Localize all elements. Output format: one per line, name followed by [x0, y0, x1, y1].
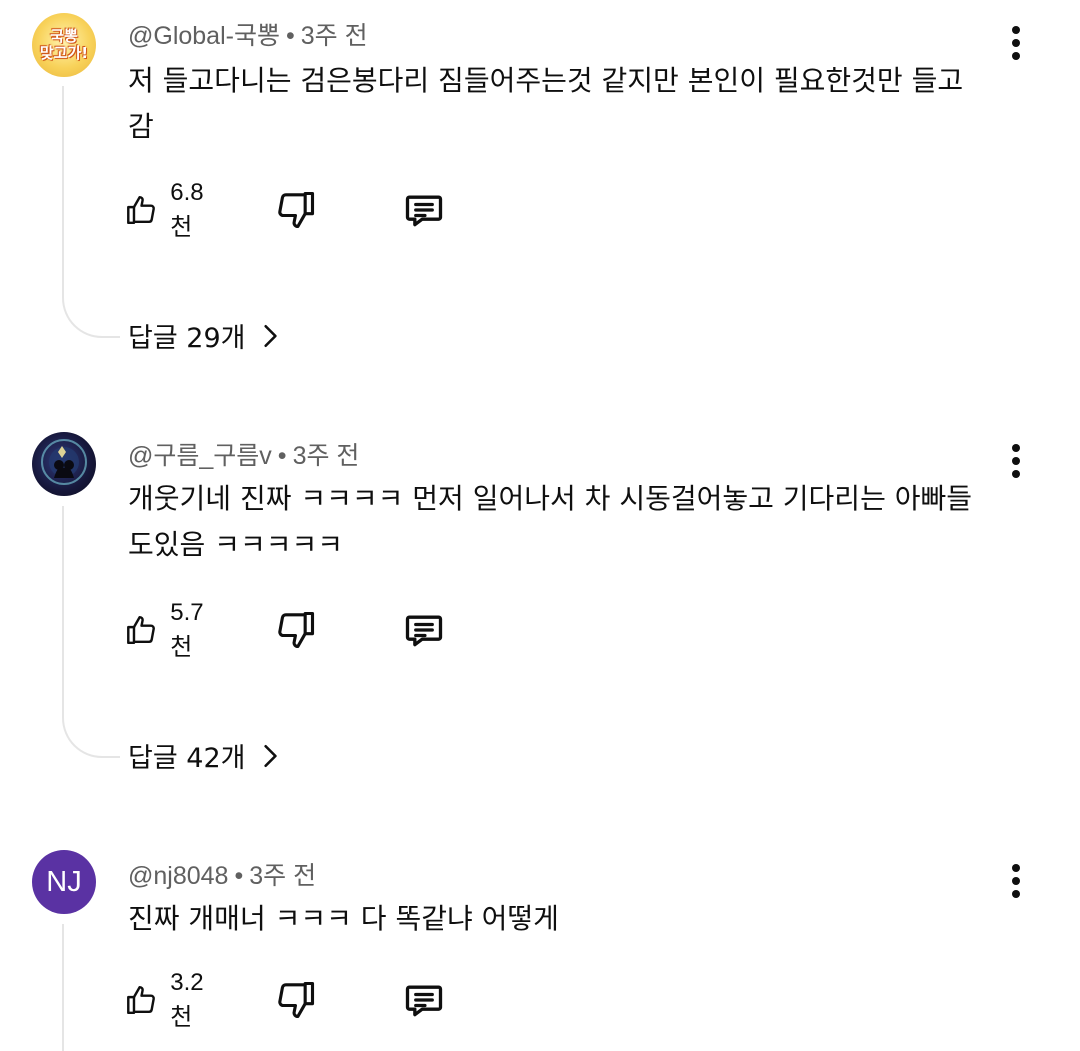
more-vert-icon[interactable]	[996, 20, 1036, 66]
meta-separator: •	[285, 22, 295, 50]
comment-icon	[405, 615, 443, 647]
like-button[interactable]: 6.8천	[124, 179, 213, 241]
thread-line	[62, 924, 120, 1051]
thumbs-up-icon	[127, 985, 155, 1015]
thumbs-up-icon	[127, 195, 155, 225]
comment-text: 저 들고다니는 검은봉다리 짐들어주는것 같지만 본인이 필요한것만 들고감	[128, 64, 964, 143]
like-button[interactable]: 3.2천	[124, 969, 213, 1031]
chevron-right-icon	[264, 324, 278, 347]
replies-label: 답글 29개	[128, 323, 246, 354]
like-button[interactable]: 5.7천	[124, 599, 213, 661]
thread-line	[62, 86, 120, 338]
author-name[interactable]: @구름_구름v	[128, 442, 272, 470]
comment-meta: @구름_구름v • 3주 전	[128, 436, 359, 472]
reply-button[interactable]	[402, 606, 446, 654]
avatar-logo: 국뽕 맞고가!	[39, 27, 89, 62]
more-vert-icon[interactable]	[996, 858, 1036, 904]
reply-button[interactable]	[402, 186, 446, 234]
avatar[interactable]: 국뽕 맞고가!	[32, 13, 96, 77]
comment-icon	[405, 195, 443, 227]
meta-separator: •	[234, 862, 244, 890]
comment-meta: @Global-국뽕 • 3주 전	[128, 16, 368, 52]
dislike-button[interactable]	[274, 186, 318, 234]
comment-meta: @nj8048 • 3주 전	[128, 856, 316, 892]
thread-line	[62, 506, 120, 758]
more-vert-icon[interactable]	[996, 438, 1036, 484]
like-count: 5.7천	[170, 598, 204, 661]
comment-text: 진짜 개매너 ㅋㅋㅋ 다 똑같냐 어떻게	[128, 902, 559, 935]
replies-button[interactable]: 답글 29개	[128, 316, 283, 355]
comment-time: 3주 전	[249, 862, 317, 890]
comment-text: 개웃기네 진짜 ㅋㅋㅋㅋ 먼저 일어나서 차 시동걸어놓고 기다리는 아빠들도있…	[128, 482, 973, 561]
reply-button[interactable]	[402, 976, 446, 1024]
like-count: 6.8천	[170, 178, 204, 241]
author-name[interactable]: @Global-국뽕	[128, 22, 280, 50]
thumbs-up-icon	[127, 615, 155, 645]
replies-label: 답글 42개	[128, 743, 246, 774]
replies-button[interactable]: 답글 42개	[128, 736, 283, 775]
comment-time: 3주 전	[300, 22, 368, 50]
dislike-button[interactable]	[274, 976, 318, 1024]
avatar[interactable]	[32, 432, 96, 496]
avatar[interactable]: NJ	[32, 850, 96, 914]
avatar-initials: NJ	[46, 865, 82, 898]
thumbs-down-icon	[278, 611, 315, 649]
author-name[interactable]: @nj8048	[128, 862, 228, 890]
chevron-right-icon	[264, 744, 278, 767]
thumbs-down-icon	[278, 191, 315, 229]
thumbs-down-icon	[278, 981, 315, 1019]
comment-time: 3주 전	[292, 442, 360, 470]
comment-icon	[405, 985, 443, 1017]
avatar-image	[41, 439, 87, 485]
like-count: 3.2천	[170, 968, 204, 1031]
dislike-button[interactable]	[274, 606, 318, 654]
meta-separator: •	[277, 442, 287, 470]
